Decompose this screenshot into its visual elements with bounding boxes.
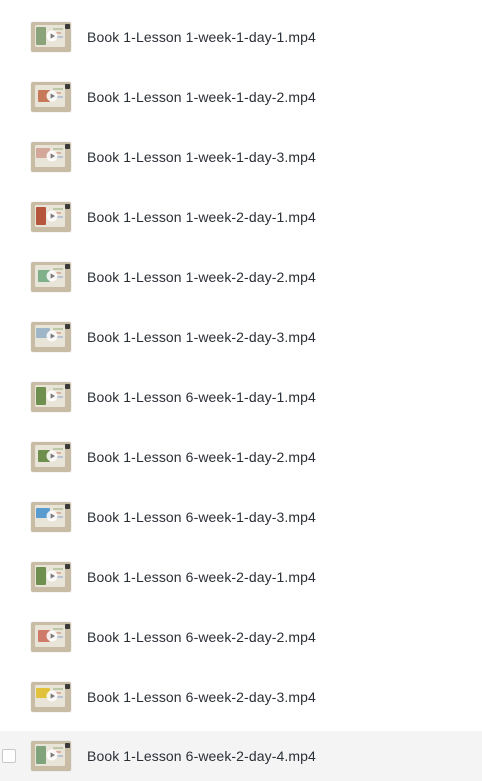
file-name: Book 1-Lesson 6-week-1-day-1.mp4 [87,389,316,405]
thumbnail-corner-mark [65,504,70,509]
file-name: Book 1-Lesson 1-week-2-day-2.mp4 [87,269,316,285]
thumbnail-picture [36,567,46,585]
video-thumbnail-icon [31,622,71,652]
video-thumbnail-icon [31,322,71,352]
play-icon [46,90,58,102]
file-name: Book 1-Lesson 6-week-2-day-4.mp4 [87,748,316,764]
video-thumbnail-icon [31,202,71,232]
play-icon [46,30,58,42]
video-thumbnail-icon [31,382,71,412]
file-row[interactable]: Book 1-Lesson 6-week-2-day-4.mp4 [0,731,482,781]
file-row[interactable]: Book 1-Lesson 6-week-2-day-3.mp4 [0,672,482,722]
thumbnail-corner-mark [65,324,70,329]
file-name: Book 1-Lesson 6-week-2-day-1.mp4 [87,569,316,585]
thumbnail-corner-mark [65,743,70,748]
thumbnail-corner-mark [65,204,70,209]
file-row[interactable]: Book 1-Lesson 6-week-1-day-2.mp4 [0,432,482,482]
video-thumbnail-icon [31,442,71,472]
file-row[interactable]: Book 1-Lesson 6-week-2-day-2.mp4 [0,612,482,662]
thumbnail-corner-mark [65,144,70,149]
thumbnail-corner-mark [65,564,70,569]
file-name: Book 1-Lesson 1-week-2-day-1.mp4 [87,209,316,225]
thumbnail-corner-mark [65,264,70,269]
file-row[interactable]: Book 1-Lesson 6-week-1-day-1.mp4 [0,372,482,422]
video-thumbnail-icon [31,741,71,771]
thumbnail-corner-mark [65,624,70,629]
file-name: Book 1-Lesson 6-week-2-day-3.mp4 [87,689,316,705]
file-name: Book 1-Lesson 1-week-1-day-1.mp4 [87,29,316,45]
file-row[interactable]: Book 1-Lesson 1-week-2-day-1.mp4 [0,192,482,242]
thumbnail-corner-mark [65,384,70,389]
thumbnail-corner-mark [65,684,70,689]
thumbnail-picture [36,27,46,45]
video-thumbnail-icon [31,82,71,112]
thumbnail-picture [36,387,46,405]
file-row[interactable]: Book 1-Lesson 6-week-2-day-1.mp4 [0,552,482,602]
video-thumbnail-icon [31,142,71,172]
video-thumbnail-icon [31,22,71,52]
thumbnail-corner-mark [65,84,70,89]
video-thumbnail-icon [31,562,71,592]
play-icon [46,630,58,642]
file-list: Book 1-Lesson 1-week-1-day-1.mp4 Book 1-… [0,0,482,781]
video-thumbnail-icon [31,682,71,712]
file-row[interactable]: Book 1-Lesson 1-week-1-day-2.mp4 [0,72,482,122]
thumbnail-picture [36,207,46,225]
thumbnail-picture [36,746,46,764]
file-name: Book 1-Lesson 1-week-2-day-3.mp4 [87,329,316,345]
play-icon [46,390,58,402]
play-icon [46,690,58,702]
play-icon [46,510,58,522]
file-name: Book 1-Lesson 1-week-1-day-3.mp4 [87,149,316,165]
file-name: Book 1-Lesson 6-week-1-day-3.mp4 [87,509,316,525]
row-checkbox[interactable] [2,749,16,763]
file-row[interactable]: Book 1-Lesson 1-week-2-day-3.mp4 [0,312,482,362]
video-thumbnail-icon [31,502,71,532]
thumbnail-corner-mark [65,24,70,29]
play-icon [46,150,58,162]
file-row[interactable]: Book 1-Lesson 1-week-2-day-2.mp4 [0,252,482,302]
file-name: Book 1-Lesson 1-week-1-day-2.mp4 [87,89,316,105]
play-icon [46,210,58,222]
file-row[interactable]: Book 1-Lesson 1-week-1-day-1.mp4 [0,12,482,62]
file-name: Book 1-Lesson 6-week-2-day-2.mp4 [87,629,316,645]
thumbnail-corner-mark [65,444,70,449]
file-row[interactable]: Book 1-Lesson 1-week-1-day-3.mp4 [0,132,482,182]
file-row[interactable]: Book 1-Lesson 6-week-1-day-3.mp4 [0,492,482,542]
play-icon [46,570,58,582]
video-thumbnail-icon [31,262,71,292]
play-icon [46,749,58,761]
play-icon [46,450,58,462]
play-icon [46,330,58,342]
file-name: Book 1-Lesson 6-week-1-day-2.mp4 [87,449,316,465]
play-icon [46,270,58,282]
